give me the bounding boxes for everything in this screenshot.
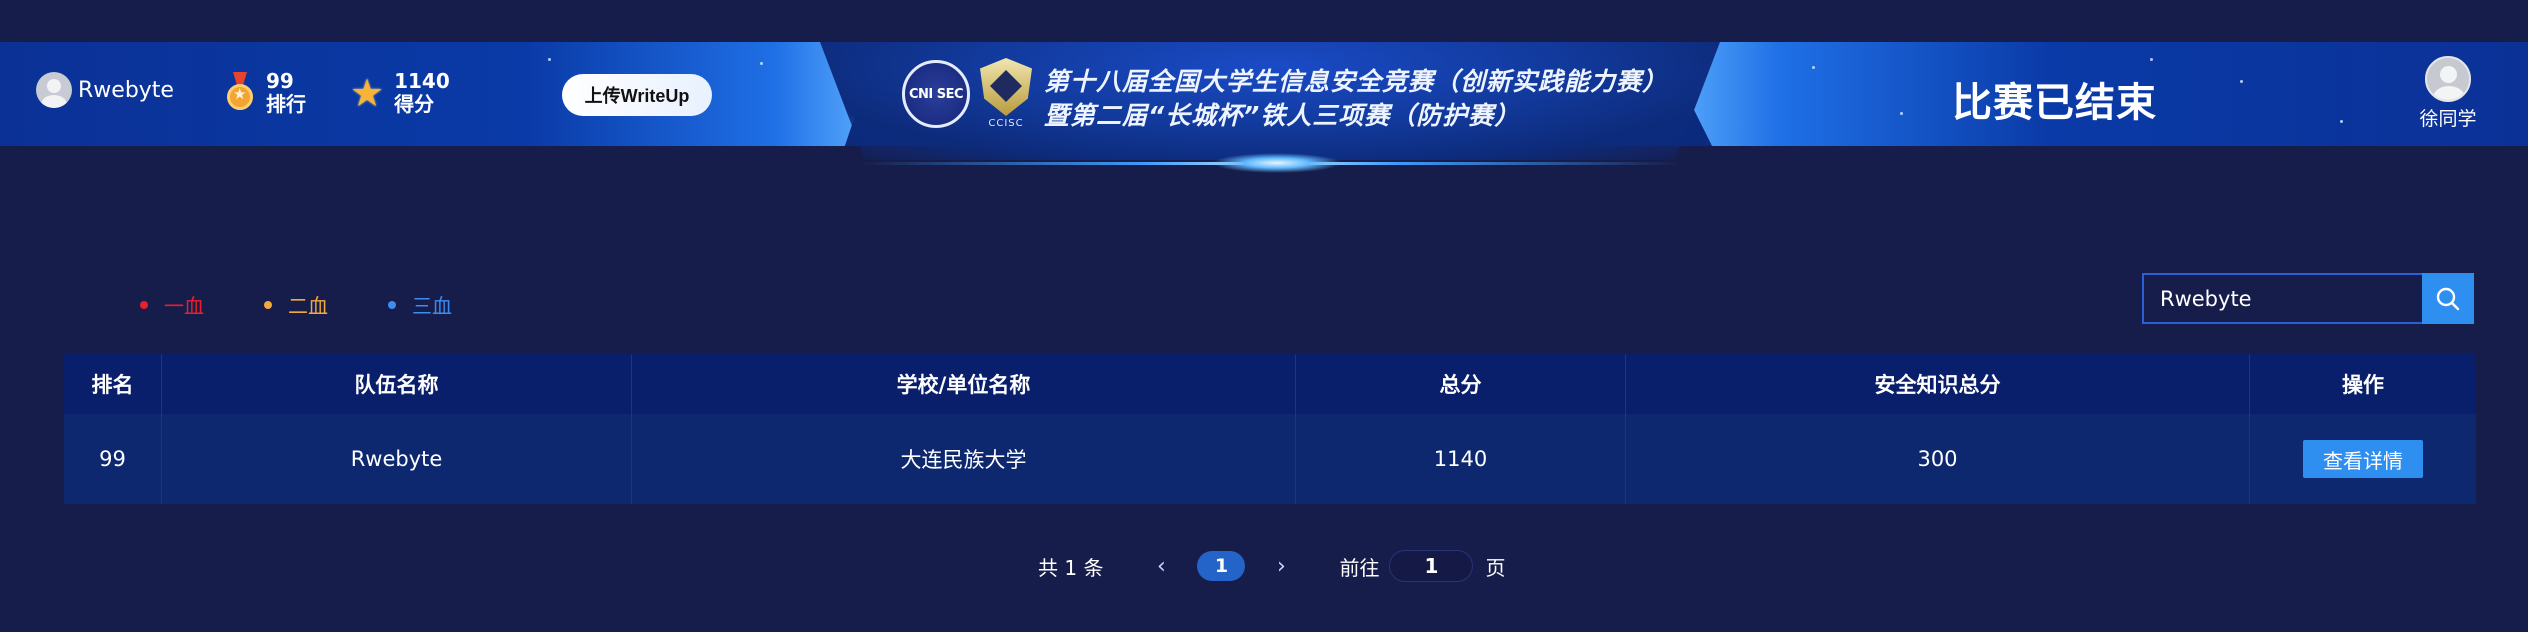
avatar [2425,56,2471,102]
column-header-knowledge: 安全知识总分 [1626,354,2250,414]
upload-writeup-button[interactable]: 上传WriteUp [562,74,712,116]
star-icon: ★ [350,71,385,115]
team-search [2142,273,2474,324]
legend-dot [264,300,272,309]
legend-dot [388,300,396,309]
legend-label: 二血 [288,294,328,318]
legend-second-blood: 二血 [264,290,328,319]
column-header-school: 学校/单位名称 [632,354,1296,414]
rank-value: 99 [266,69,294,93]
header-glow-spot [1212,153,1342,173]
search-icon [2436,287,2460,310]
cell-knowledge: 300 [1626,414,2250,504]
decorative-star [1900,112,1903,115]
legend-first-blood: 一血 [140,290,204,319]
blood-legend: 一血 二血 三血 [140,290,512,319]
pagination: 共 1 条 ‹ 1 › 前往 页 [1038,548,1505,584]
shield-icon [980,58,1032,116]
column-header-action: 操作 [2342,373,2384,397]
view-details-button[interactable]: 查看详情 [2303,440,2423,478]
decorative-star [2340,120,2343,123]
account-menu[interactable]: 徐同学 [2418,56,2478,131]
cell-school: 大连民族大学 [632,414,1296,504]
rank-stat: 99 排行 [224,70,306,116]
column-header-team: 队伍名称 [162,354,632,414]
legend-label: 一血 [164,294,204,318]
cell-total: 1140 [1296,414,1626,504]
ranking-table: 排名 队伍名称 学校/单位名称 总分 安全知识总分 操作 99 Rwebyte … [64,354,2476,504]
cnisec-logo: CNI SEC [902,60,970,128]
score-stat: ★ 1140 得分 [350,70,450,116]
page-title-line2: 暨第二届“长城杯”铁人三项赛（防护赛） [1044,101,1521,130]
decorative-star [1812,66,1815,69]
decorative-star [2240,80,2243,83]
cell-action: 查看详情 [2250,414,2476,504]
avatar [36,72,72,108]
page-number-current[interactable]: 1 [1197,551,1246,581]
decorative-star [2150,58,2153,61]
page-title-line1: 第十八届全国大学生信息安全竞赛（创新实践能力赛） [1044,67,1669,96]
column-header-rank: 排名 [64,354,162,414]
rank-label: 排行 [266,92,306,116]
search-input[interactable] [2142,273,2422,324]
account-name: 徐同学 [2419,108,2477,130]
decorative-star [548,58,551,61]
decorative-star [760,62,763,65]
ccisc-logo: CCISC [978,58,1034,134]
cell-team: Rwebyte [162,414,632,504]
score-value: 1140 [394,69,450,93]
ccisc-logo-caption: CCISC [988,118,1024,129]
legend-dot [140,300,148,309]
goto-page-input[interactable] [1389,550,1474,582]
current-user[interactable]: Rwebyte [36,72,174,108]
medal-icon [224,72,256,114]
score-label: 得分 [394,92,435,116]
chevron-left-icon[interactable]: ‹ [1141,554,1181,579]
search-button[interactable] [2422,273,2474,324]
legend-label: 三血 [412,294,452,318]
user-name: Rwebyte [78,77,174,103]
cell-rank: 99 [64,414,162,504]
table-row: 99 Rwebyte 大连民族大学 1140 300 查看详情 [64,414,2476,504]
goto-label: 前往 [1339,555,1380,580]
pagination-total: 共 1 条 [1038,555,1104,580]
cnisec-logo-text: CNI SEC [908,86,964,102]
legend-third-blood: 三血 [388,290,452,319]
table-header: 排名 队伍名称 学校/单位名称 总分 安全知识总分 操作 [64,354,2476,414]
page-suffix: 页 [1485,555,1506,580]
competition-status: 比赛已结束 [1952,80,2157,126]
chevron-right-icon[interactable]: › [1261,554,1301,579]
column-header-total: 总分 [1296,354,1626,414]
